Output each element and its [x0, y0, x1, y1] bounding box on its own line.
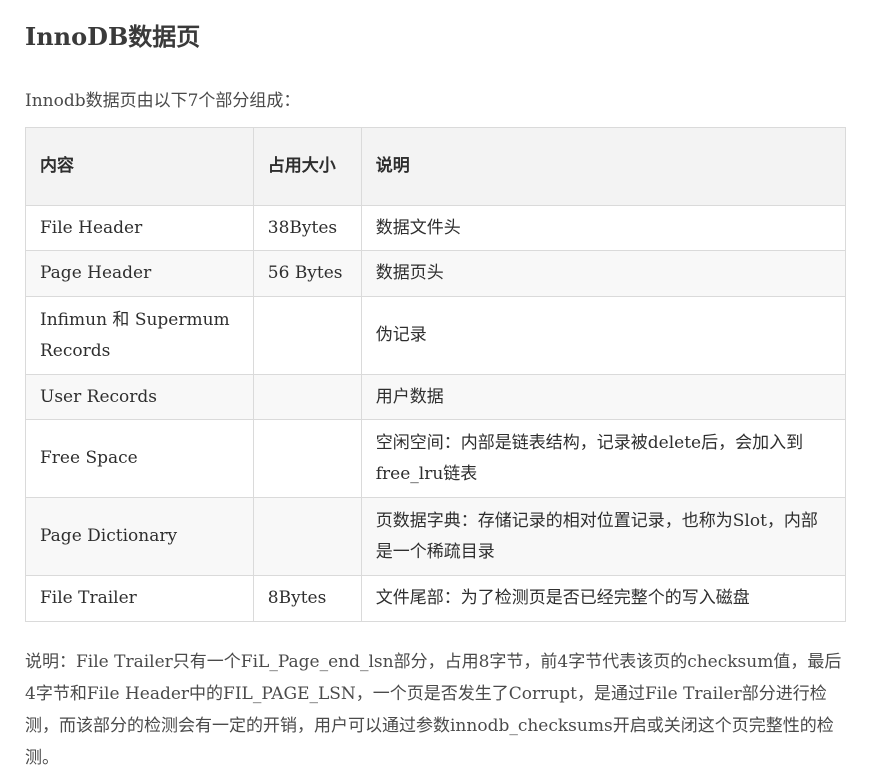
cell-content: File Trailer: [25, 575, 254, 622]
cell-description: 文件尾部：为了检测页是否已经完整个的写入磁盘: [360, 575, 847, 622]
cell-description: 伪记录: [360, 296, 847, 375]
table-row: Page Dictionary 页数据字典：存储记录的相对位置记录，也称为Slo…: [25, 497, 847, 576]
section-heading: InnoDB数据页: [25, 22, 201, 51]
cell-content: Page Dictionary: [25, 497, 254, 576]
cell-size: 56 Bytes: [252, 250, 362, 297]
cell-size: [252, 296, 362, 375]
intro-paragraph: Innodb数据页由以下7个部分组成：: [25, 91, 301, 111]
cell-content: Free Space: [25, 419, 254, 498]
table-row: File Trailer 8Bytes 文件尾部：为了检测页是否已经完整个的写入…: [25, 575, 847, 622]
cell-content: File Header: [25, 205, 254, 251]
cell-description: 空闲空间：内部是链表结构，记录被delete后，会加入到free_lru链表: [360, 419, 847, 498]
cell-description: 数据页头: [360, 250, 847, 297]
table-row: Infimun 和 Supermum Records 伪记录: [25, 296, 847, 375]
cell-content: User Records: [25, 374, 254, 420]
table-row: Free Space 空闲空间：内部是链表结构，记录被delete后，会加入到f…: [25, 419, 847, 498]
cell-size: [252, 497, 362, 576]
cell-size: 38Bytes: [252, 205, 362, 251]
cell-size: [252, 374, 362, 420]
cell-size: 8Bytes: [252, 575, 362, 622]
table-header-row: 内容 占用大小 说明: [25, 127, 847, 206]
cell-description: 用户数据: [360, 374, 847, 420]
header-size: 占用大小: [252, 127, 362, 206]
header-description: 说明: [360, 127, 847, 206]
note-paragraph: 说明：File Trailer只有一个FiL_Page_end_lsn部分，占用…: [25, 652, 842, 768]
cell-content: Page Header: [25, 250, 254, 297]
cell-description: 数据文件头: [360, 205, 847, 251]
table-row: User Records 用户数据: [25, 374, 847, 420]
page-structure-table: 内容 占用大小 说明 File Header 38Bytes 数据文件头 Pag…: [25, 127, 847, 622]
cell-size: [252, 419, 362, 498]
cell-content: Infimun 和 Supermum Records: [25, 296, 254, 375]
table-row: File Header 38Bytes 数据文件头: [25, 205, 847, 251]
table-row: Page Header 56 Bytes 数据页头: [25, 250, 847, 297]
cell-description: 页数据字典：存储记录的相对位置记录，也称为Slot，内部是一个稀疏目录: [360, 497, 847, 576]
header-content: 内容: [25, 127, 254, 206]
